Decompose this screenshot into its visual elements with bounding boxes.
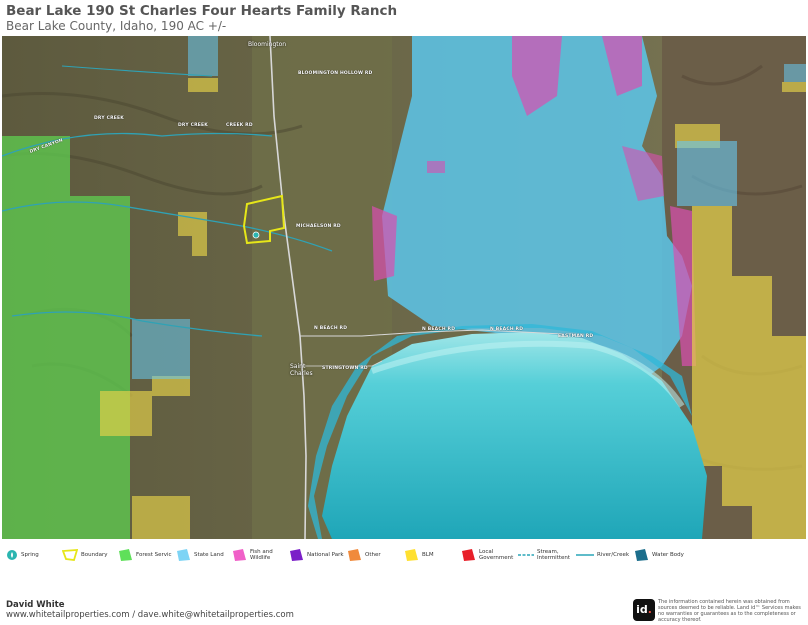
land-id-logo: id. bbox=[633, 599, 655, 621]
boundary-icon bbox=[62, 549, 78, 561]
legend-label-forest-service: Forest Servic bbox=[136, 551, 172, 558]
legend-label-spring: Spring bbox=[21, 551, 39, 558]
map-canvas[interactable]: Bloomington Saint Charles BLOOMINGTON HO… bbox=[2, 36, 806, 539]
state-land-east bbox=[677, 141, 737, 206]
forest-service-area bbox=[2, 136, 130, 539]
legend-label-water-body: Water Body bbox=[652, 551, 684, 558]
spring-marker bbox=[252, 231, 260, 239]
legend-label-national-park: National Park bbox=[307, 551, 344, 558]
legend-label-fish-wildlife: Fish and Wildlife bbox=[250, 548, 273, 562]
legend-item-national-park: National Park bbox=[288, 545, 344, 565]
agent-name: David White bbox=[6, 600, 65, 610]
legend-item-forest-service: Forest Servic bbox=[117, 545, 172, 565]
fish-wildlife-icon bbox=[233, 549, 246, 561]
legend-label-local-government: Local Government bbox=[479, 548, 514, 562]
place-label-bloomington: Bloomington bbox=[248, 41, 287, 48]
blm-area-west-3 bbox=[188, 78, 218, 92]
logo-text: id bbox=[636, 603, 648, 616]
state-land-west-2 bbox=[188, 36, 218, 76]
legend-item-fish-wildlife: Fish and Wildlife bbox=[231, 545, 286, 565]
legend-item-blm: BLM bbox=[403, 545, 434, 565]
road-label-n-beach-3: N BEACH RD bbox=[490, 327, 524, 332]
legend-label-state-land: State Land bbox=[194, 551, 224, 558]
legend-item-boundary: Boundary bbox=[62, 545, 108, 565]
legend-label-boundary: Boundary bbox=[81, 551, 108, 558]
fish-wildlife-refuge-3 bbox=[372, 206, 397, 281]
river-creek-icon bbox=[576, 554, 594, 556]
water-body-icon bbox=[635, 549, 648, 561]
other-icon bbox=[348, 549, 361, 561]
blm-area-east-3 bbox=[782, 82, 806, 92]
road-label-creek-rd: CREEK RD bbox=[226, 123, 253, 128]
legend-item-water-body: Water Body bbox=[633, 545, 684, 565]
state-land-east-2 bbox=[784, 64, 806, 82]
legend-label-blm: BLM bbox=[422, 551, 434, 558]
road-label-dry-creek-1: DRY CREEK bbox=[94, 116, 124, 121]
national-park-icon bbox=[290, 549, 303, 561]
local-government-icon bbox=[462, 549, 475, 561]
agent-contact[interactable]: www.whitetailproperties.com / dave.white… bbox=[6, 610, 294, 620]
legend-item-state-land: State Land bbox=[175, 545, 224, 565]
fish-wildlife-refuge-6 bbox=[427, 161, 445, 173]
legend-item-stream-intermittent: Stream, Intermittent bbox=[518, 545, 573, 565]
road-label-michaelson: MICHAELSON RD bbox=[296, 224, 341, 229]
road-label-n-beach-1: N BEACH RD bbox=[314, 326, 348, 331]
state-land-icon bbox=[177, 549, 190, 561]
forest-service-icon bbox=[119, 549, 132, 561]
map-layers bbox=[2, 36, 806, 539]
legend-item-local-government: Local Government bbox=[460, 545, 517, 565]
page-subtitle: Bear Lake County, Idaho, 190 AC +/- bbox=[6, 19, 227, 33]
state-land-west-1 bbox=[132, 319, 190, 379]
legend-item-spring: Spring bbox=[6, 545, 39, 565]
map-legend: Spring Boundary Forest Servic State Land… bbox=[0, 545, 808, 567]
road-label-stringtown: STRINGTOWN RD bbox=[322, 366, 368, 371]
road-label-eastman: EASTMAN RD bbox=[558, 334, 594, 339]
legend-label-river-creek: River/Creek bbox=[597, 551, 630, 558]
disclaimer-text: The information contained herein was obt… bbox=[658, 599, 801, 623]
place-label-saint-charles: Saint Charles bbox=[290, 363, 313, 377]
road-label-n-beach-2: N BEACH RD bbox=[422, 327, 456, 332]
road-label-bloomington-hollow: BLOOMINGTON HOLLOW RD bbox=[298, 71, 373, 76]
road-label-dry-creek-2: DRY CREEK bbox=[178, 123, 208, 128]
legend-item-river-creek: River/Creek bbox=[576, 545, 629, 565]
blm-area-west-1 bbox=[132, 496, 190, 539]
blm-icon bbox=[405, 549, 418, 561]
legend-label-stream-intermittent: Stream, Intermittent bbox=[537, 548, 571, 562]
legend-item-other: Other bbox=[346, 545, 381, 565]
legend-label-other: Other bbox=[365, 551, 381, 558]
page-title: Bear Lake 190 St Charles Four Hearts Fam… bbox=[6, 3, 398, 19]
stream-intermittent-icon bbox=[518, 554, 534, 556]
spring-icon bbox=[7, 550, 17, 560]
